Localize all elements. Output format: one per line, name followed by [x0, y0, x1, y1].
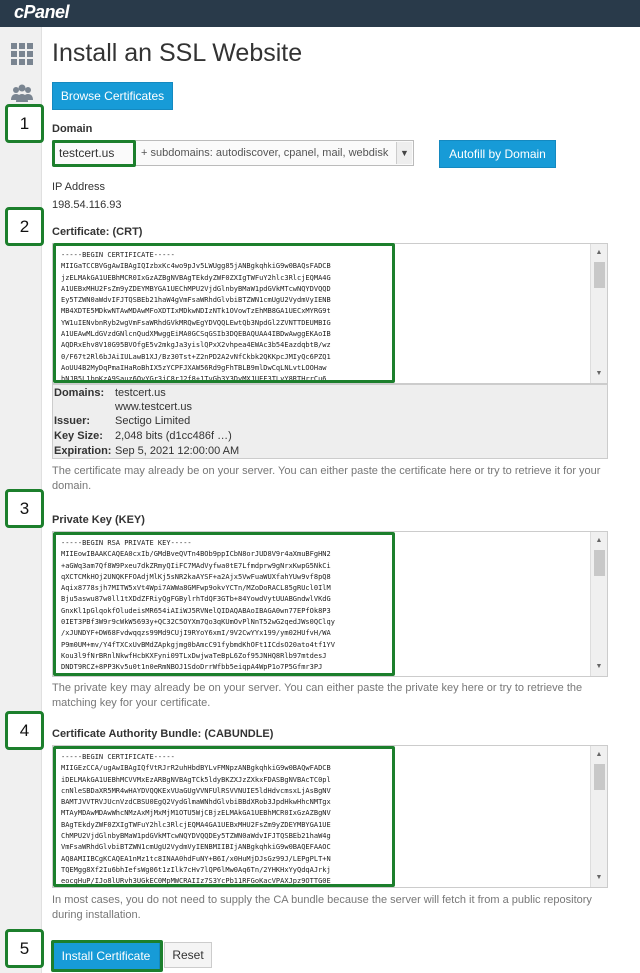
highlight-install	[51, 940, 163, 972]
keysize-row: Key Size: 2,048 bits (d1cc486f …)	[54, 430, 232, 442]
domains-row-2: www.testcert.us	[115, 401, 193, 413]
step-badge-3: 3	[5, 489, 44, 528]
ip-address-value: 198.54.116.93	[52, 199, 122, 211]
cabundle-scrollbar[interactable]: ▲ ▼	[590, 746, 607, 887]
ip-address-label: IP Address	[52, 181, 105, 193]
highlight-cabundle	[53, 746, 395, 887]
cabundle-help-text: In most cases, you do not need to supply…	[52, 894, 592, 921]
certificate-details: Domains: testcert.us www.testcert.us Issu…	[52, 384, 608, 459]
step-badge-1: 1	[5, 104, 44, 143]
browse-certificates-button[interactable]: Browse Certificates	[52, 82, 173, 110]
domains-row: Domains: testcert.us	[54, 387, 166, 399]
page-title: Install an SSL Website	[52, 39, 303, 67]
cpanel-logo[interactable]: cPanel	[14, 2, 70, 23]
private-key-help-text: The private key may already be on your s…	[52, 682, 583, 709]
issuer-row: Issuer: Sectigo Limited	[54, 415, 191, 427]
grid-icon[interactable]	[10, 42, 34, 66]
step-badge-4: 4	[5, 711, 44, 750]
highlight-domain	[52, 140, 136, 167]
highlight-private-key	[53, 532, 395, 676]
cabundle-label: Certificate Authority Bundle: (CABUNDLE)	[52, 728, 274, 740]
certificate-label: Certificate: (CRT)	[52, 226, 143, 238]
certificate-help-text: The certificate may already be on your s…	[52, 465, 601, 492]
autofill-by-domain-button[interactable]: Autofill by Domain	[439, 140, 556, 168]
highlight-certificate	[53, 243, 395, 383]
domain-label: Domain	[52, 123, 93, 135]
step-badge-5: 5	[5, 929, 44, 968]
certificate-scrollbar[interactable]: ▲ ▼	[590, 244, 607, 383]
domain-subdomains-text: + subdomains: autodiscover, cpanel, mail…	[141, 147, 389, 159]
reset-button[interactable]: Reset	[164, 942, 212, 968]
private-key-label: Private Key (KEY)	[52, 514, 145, 526]
expiration-row: Expiration: Sep 5, 2021 12:00:00 AM	[54, 445, 240, 457]
top-bar: cPanel	[0, 0, 640, 27]
chevron-down-icon[interactable]: ▼	[396, 142, 412, 164]
private-key-scrollbar[interactable]: ▲ ▼	[590, 532, 607, 676]
step-badge-2: 2	[5, 207, 44, 246]
users-icon[interactable]	[10, 82, 34, 106]
